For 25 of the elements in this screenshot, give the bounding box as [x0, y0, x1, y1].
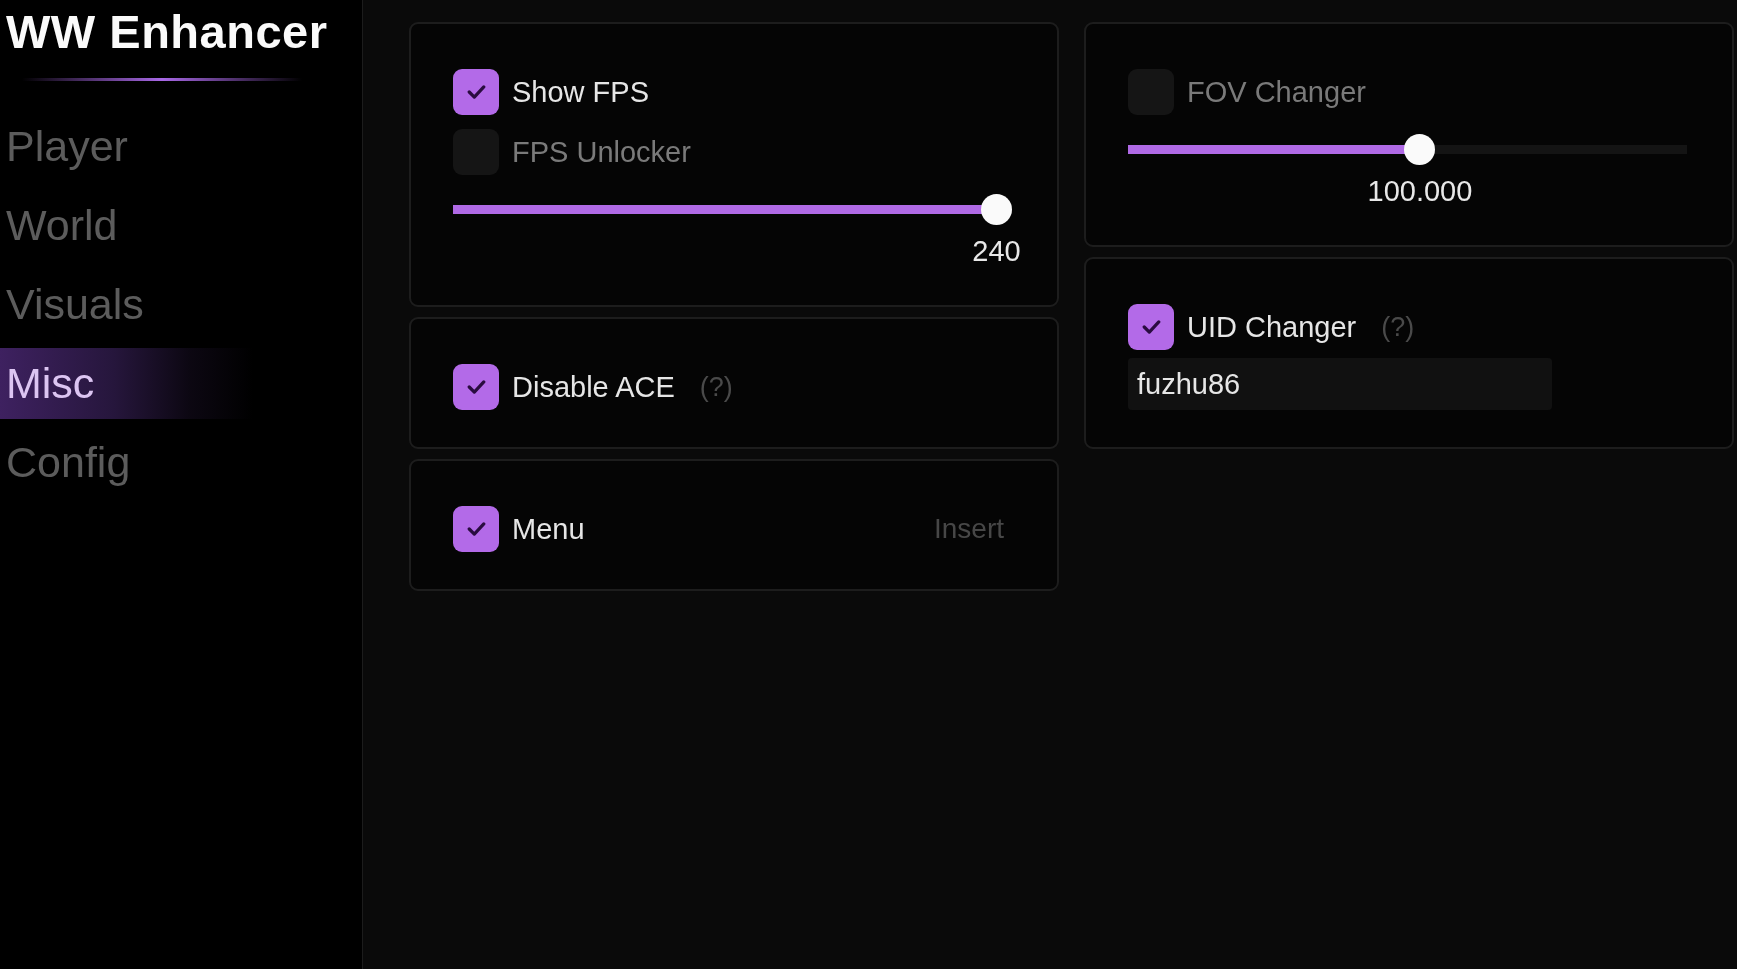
nav-item[interactable]: Config — [0, 427, 253, 498]
slider-value: 240 — [972, 234, 1021, 268]
nav-item[interactable]: World — [0, 190, 253, 261]
option-label: UID Changer — [1187, 310, 1357, 344]
option-label: Show FPS — [512, 75, 649, 109]
nav-item[interactable]: Player — [0, 111, 253, 182]
slider-value: 100.000 — [1367, 174, 1473, 208]
option-label: FPS Unlocker — [512, 135, 691, 169]
checkbox[interactable] — [453, 364, 499, 410]
checkbox[interactable] — [1128, 304, 1174, 350]
help-hint[interactable]: (?) — [699, 371, 733, 403]
checkbox[interactable] — [453, 69, 499, 115]
check-icon — [1141, 319, 1161, 335]
option-label: Disable ACE — [512, 370, 675, 404]
keybind-label[interactable]: Insert — [933, 513, 1004, 545]
check-icon — [466, 521, 486, 537]
nav-item[interactable]: Visuals — [0, 269, 253, 340]
check-icon — [466, 379, 486, 395]
checkbox[interactable] — [453, 506, 499, 552]
text-input[interactable]: fuzhu86 — [1128, 358, 1552, 410]
option-label: Menu — [512, 512, 585, 546]
app-title: WW Enhancer — [6, 6, 328, 58]
check-icon — [466, 84, 486, 100]
help-hint[interactable]: (?) — [1381, 311, 1415, 343]
option-label: FOV Changer — [1187, 75, 1366, 109]
